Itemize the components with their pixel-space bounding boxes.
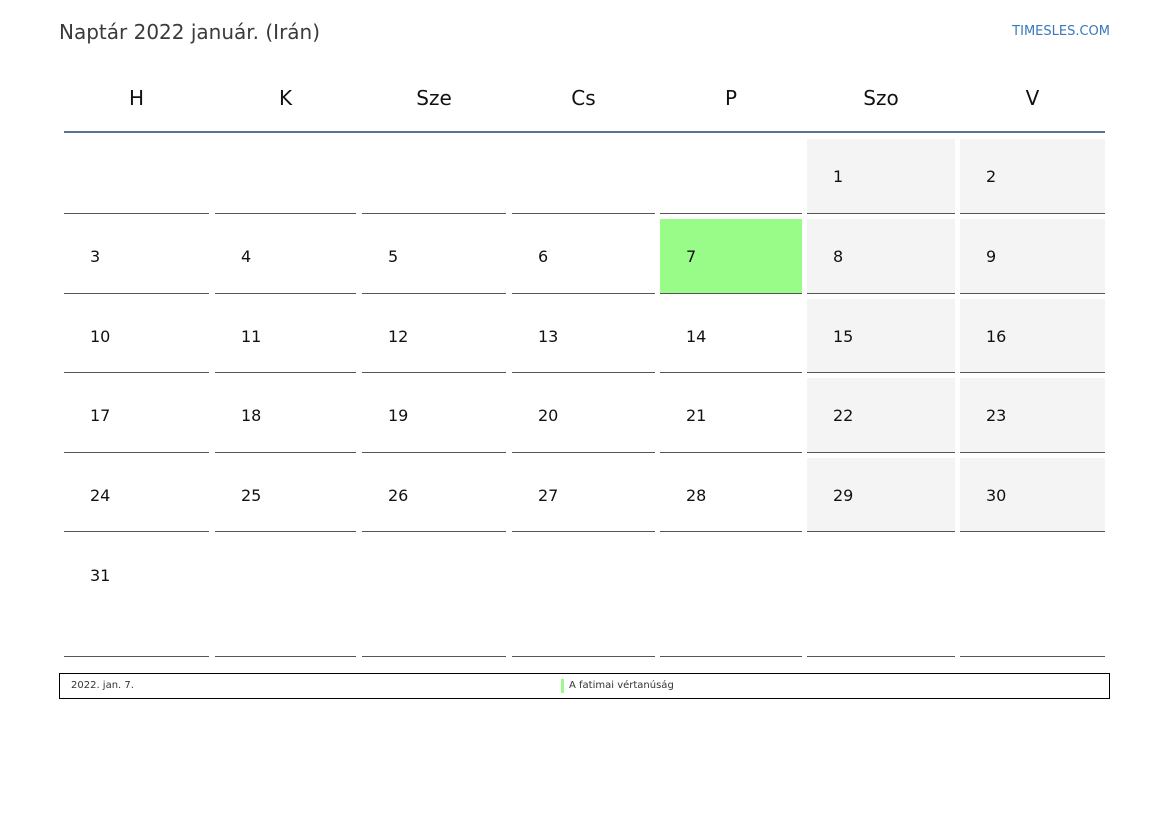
calendar-day-cell: 24 <box>64 458 209 532</box>
calendar-day-cell <box>64 139 209 214</box>
calendar-day-cell: 19 <box>362 378 506 453</box>
weekday-header: Szo <box>863 86 899 110</box>
calendar-day-cell: 11 <box>215 299 356 373</box>
day-number: 30 <box>986 486 1007 505</box>
calendar-day-cell: 9 <box>960 219 1105 294</box>
day-number: 18 <box>241 406 262 425</box>
legend-holiday-name: A fatimai vértanúság <box>569 680 674 691</box>
day-number: 31 <box>90 566 111 585</box>
weekday-header: V <box>1025 86 1040 110</box>
weekday-header: K <box>278 86 293 110</box>
day-number: 25 <box>241 486 262 505</box>
calendar-day-cell <box>362 538 506 657</box>
day-number: 2 <box>986 167 997 186</box>
calendar-day-cell: 2 <box>960 139 1105 214</box>
weekday-header: Cs <box>571 86 596 110</box>
calendar-day-cell: 22 <box>807 378 955 453</box>
day-number: 20 <box>538 406 559 425</box>
calendar-day-cell: 12 <box>362 299 506 373</box>
calendar-day-cell <box>512 538 655 657</box>
day-number: 22 <box>833 406 854 425</box>
header-rule <box>64 131 1105 133</box>
site-link[interactable]: TIMESLES.COM <box>1012 24 1110 39</box>
day-number: 10 <box>90 327 111 346</box>
calendar-day-cell: 27 <box>512 458 655 532</box>
calendar-day-cell <box>512 139 655 214</box>
calendar-day-cell <box>215 538 356 657</box>
calendar-day-cell: 28 <box>660 458 802 532</box>
day-number: 13 <box>538 327 559 346</box>
day-number: 1 <box>833 167 844 186</box>
day-number: 19 <box>388 406 409 425</box>
day-number: 3 <box>90 247 101 266</box>
weekday-header: P <box>724 86 738 110</box>
day-number: 8 <box>833 247 844 266</box>
legend-color-marker <box>561 679 564 693</box>
calendar-day-cell: 17 <box>64 378 209 453</box>
calendar-day-cell: 7 <box>660 219 802 294</box>
day-number: 29 <box>833 486 854 505</box>
day-number: 4 <box>241 247 252 266</box>
legend-date: 2022. jan. 7. <box>71 680 134 691</box>
day-number: 16 <box>986 327 1007 346</box>
calendar-day-cell <box>660 139 802 214</box>
calendar-day-cell: 3 <box>64 219 209 294</box>
day-number: 5 <box>388 247 399 266</box>
day-number: 26 <box>388 486 409 505</box>
day-number: 23 <box>986 406 1007 425</box>
calendar-day-cell: 18 <box>215 378 356 453</box>
day-number: 28 <box>686 486 707 505</box>
day-number: 27 <box>538 486 559 505</box>
calendar-day-cell: 6 <box>512 219 655 294</box>
calendar-day-cell: 31 <box>64 538 209 657</box>
calendar-day-cell: 20 <box>512 378 655 453</box>
calendar-day-cell: 15 <box>807 299 955 373</box>
calendar-day-cell: 26 <box>362 458 506 532</box>
day-number: 12 <box>388 327 409 346</box>
day-number: 7 <box>686 247 697 266</box>
calendar-day-cell: 4 <box>215 219 356 294</box>
weekday-header: Sze <box>416 86 452 110</box>
day-number: 11 <box>241 327 262 346</box>
calendar-day-cell: 21 <box>660 378 802 453</box>
page-title: Naptár 2022 január. (Irán) <box>59 20 321 44</box>
calendar-day-cell <box>807 538 955 657</box>
day-number: 15 <box>833 327 854 346</box>
calendar-day-cell <box>660 538 802 657</box>
calendar-day-cell <box>960 538 1105 657</box>
day-number: 21 <box>686 406 707 425</box>
calendar-day-cell: 13 <box>512 299 655 373</box>
day-number: 9 <box>986 247 997 266</box>
day-number: 14 <box>686 327 707 346</box>
holiday-legend: 2022. jan. 7. A fatimai vértanúság <box>59 673 1110 699</box>
calendar-day-cell <box>362 139 506 214</box>
calendar-day-cell <box>215 139 356 214</box>
calendar-day-cell: 8 <box>807 219 955 294</box>
calendar-day-cell: 23 <box>960 378 1105 453</box>
calendar-day-cell: 1 <box>807 139 955 214</box>
calendar-day-cell: 25 <box>215 458 356 532</box>
day-number: 17 <box>90 406 111 425</box>
calendar-day-cell: 29 <box>807 458 955 532</box>
calendar-day-cell: 16 <box>960 299 1105 373</box>
day-number: 6 <box>538 247 549 266</box>
day-number: 24 <box>90 486 111 505</box>
weekday-header: H <box>128 86 145 110</box>
calendar-day-cell: 5 <box>362 219 506 294</box>
calendar-day-cell: 10 <box>64 299 209 373</box>
calendar-day-cell: 30 <box>960 458 1105 532</box>
calendar-day-cell: 14 <box>660 299 802 373</box>
